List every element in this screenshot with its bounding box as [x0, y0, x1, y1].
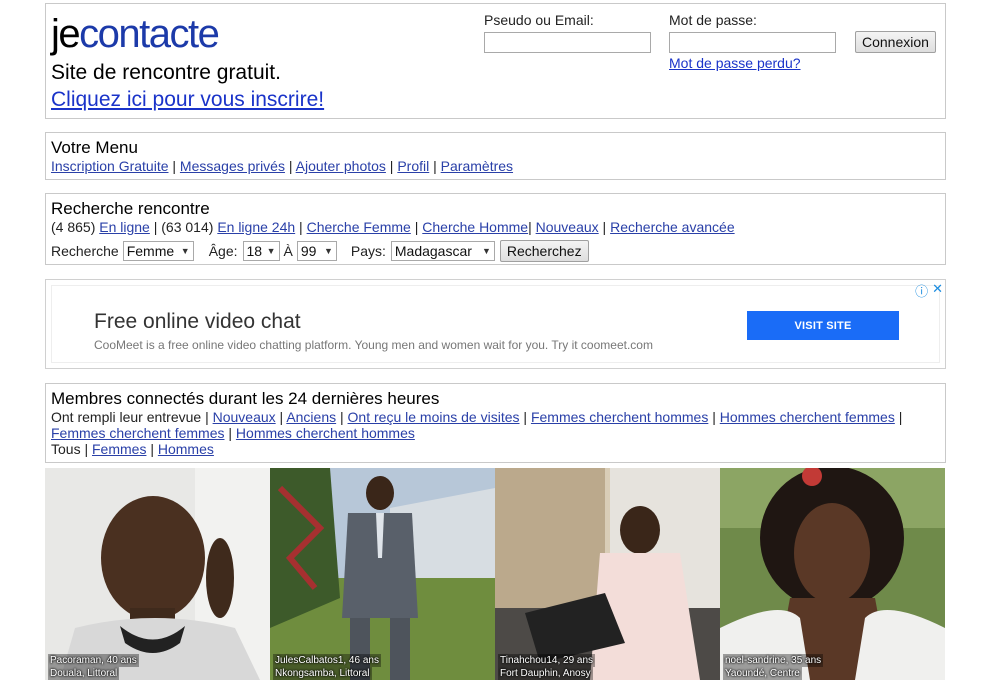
search-button[interactable]: Recherchez: [499, 240, 589, 262]
menu-item-parametres[interactable]: Paramètres: [441, 158, 513, 174]
filter-hommes-hommes[interactable]: Hommes cherchent hommes: [236, 425, 415, 441]
profile-caption: Tinahchou14, 29 ans Fort Dauphin, Anosy: [498, 654, 596, 680]
profile-caption: JulesCalbatos1, 46 ans Nkongsamba, Litto…: [273, 654, 381, 680]
online24-link[interactable]: En ligne 24h: [217, 219, 295, 235]
menu-item-inscription[interactable]: Inscription Gratuite: [51, 158, 169, 174]
menu-links: Inscription Gratuite | Messages privés |…: [51, 158, 514, 174]
profile-location: Yaoundé, Centre: [723, 667, 802, 680]
info-icon[interactable]: ⓘ: [915, 281, 928, 300]
age-to-label: À: [283, 243, 293, 259]
menu-title: Votre Menu: [51, 138, 138, 157]
online-count: (4 865): [51, 219, 96, 235]
age-label: Âge:: [208, 243, 238, 259]
profile-card[interactable]: Pacoraman, 40 ans Douala, Littoral: [45, 468, 270, 680]
ad-banner[interactable]: Free online video chat CooMeet is a free…: [45, 279, 946, 369]
header-box: jecontacte Site de rencontre gratuit. Cl…: [45, 3, 946, 119]
filter-anciens[interactable]: Anciens: [286, 409, 336, 425]
country-select-value: Madagascar: [394, 243, 472, 259]
members-filters-row1: Ont rempli leur entrevue | Nouveaux | An…: [51, 409, 903, 425]
logo-text-je: je: [51, 12, 81, 56]
chevron-down-icon: ▼: [481, 246, 491, 256]
tagline: Site de rencontre gratuit.: [51, 61, 281, 84]
age-max-select[interactable]: 99 ▼: [296, 241, 337, 261]
profile-caption: Pacoraman, 40 ans Douala, Littoral: [48, 654, 139, 680]
gender-all-label: Tous: [51, 441, 81, 457]
profile-caption: noel-sandrine, 35 ans Yaoundé, Centre: [723, 654, 824, 680]
ad-visit-button[interactable]: VISIT SITE: [747, 311, 899, 340]
search-cherche-homme[interactable]: Cherche Homme: [422, 219, 528, 235]
age-min-value: 18: [246, 243, 263, 259]
close-icon[interactable]: ✕: [932, 281, 943, 300]
members-box: Membres connectés durant les 24 dernière…: [45, 383, 946, 463]
menu-item-profil[interactable]: Profil: [397, 158, 429, 174]
password-input[interactable]: [669, 32, 836, 53]
gender-select-value: Femme: [126, 243, 175, 259]
profile-name: Tinahchou14, 29 ans: [498, 654, 596, 667]
members-gender-row: Tous | Femmes | Hommes: [51, 441, 214, 457]
ad-title: Free online video chat: [94, 310, 301, 333]
forgot-password-link[interactable]: Mot de passe perdu?: [669, 55, 801, 71]
login-button[interactable]: Connexion: [855, 31, 936, 53]
profile-card[interactable]: JulesCalbatos1, 46 ans Nkongsamba, Litto…: [270, 468, 495, 680]
site-logo[interactable]: jecontacte: [51, 12, 220, 56]
age-max-value: 99: [300, 243, 317, 259]
profile-card[interactable]: noel-sandrine, 35 ans Yaoundé, Centre: [720, 468, 945, 680]
gender-femmes-link[interactable]: Femmes: [92, 441, 146, 457]
country-select[interactable]: Madagascar ▼: [390, 241, 495, 261]
ad-description: CooMeet is a free online video chatting …: [94, 338, 653, 352]
chevron-down-icon: ▼: [266, 246, 276, 256]
profile-photo: [45, 468, 270, 680]
profile-photo: [270, 468, 495, 680]
gender-hommes-link[interactable]: Hommes: [158, 441, 214, 457]
profile-location: Fort Dauphin, Anosy: [498, 667, 593, 680]
filter-femmes-femmes[interactable]: Femmes cherchent femmes: [51, 425, 225, 441]
login-input[interactable]: [484, 32, 651, 53]
ad-content: Free online video chat CooMeet is a free…: [51, 285, 940, 363]
chevron-down-icon: ▼: [323, 246, 333, 256]
search-form: Recherche Femme ▼ Âge: 18 ▼ À 99 ▼ Pays: Ma…: [51, 240, 589, 262]
online-link[interactable]: En ligne: [99, 219, 150, 235]
country-label: Pays:: [350, 243, 386, 259]
recherche-label: Recherche: [51, 243, 119, 259]
filter-femmes-hommes[interactable]: Femmes cherchent hommes: [531, 409, 708, 425]
members-title: Membres connectés durant les 24 dernière…: [51, 389, 440, 408]
menu-item-photos[interactable]: Ajouter photos: [296, 158, 386, 174]
password-label: Mot de passe:: [669, 12, 757, 28]
profile-name: Pacoraman, 40 ans: [48, 654, 139, 667]
menu-item-messages[interactable]: Messages privés: [180, 158, 285, 174]
search-title: Recherche rencontre: [51, 199, 210, 218]
menu-box: Votre Menu Inscription Gratuite | Messag…: [45, 132, 946, 180]
login-label: Pseudo ou Email:: [484, 12, 594, 28]
online24-count: (63 014): [161, 219, 214, 235]
logo-text-contacte: contacte: [79, 12, 220, 56]
profile-card[interactable]: Tinahchou14, 29 ans Fort Dauphin, Anosy: [495, 468, 720, 680]
filter-hommes-femmes[interactable]: Hommes cherchent femmes: [720, 409, 895, 425]
profile-photo: [720, 468, 945, 680]
search-avancee[interactable]: Recherche avancée: [610, 219, 735, 235]
search-links: (4 865) En ligne | (63 014) En ligne 24h…: [51, 219, 735, 235]
signup-link[interactable]: Cliquez ici pour vous inscrire!: [51, 88, 324, 112]
search-box: Recherche rencontre (4 865) En ligne | (…: [45, 193, 946, 265]
members-filters-row2: Femmes cherchent femmes | Hommes cherche…: [51, 425, 415, 441]
search-nouveaux[interactable]: Nouveaux: [536, 219, 599, 235]
filter-nouveaux[interactable]: Nouveaux: [213, 409, 276, 425]
profile-location: Douala, Littoral: [48, 667, 120, 680]
filter-label: Ont rempli leur entrevue: [51, 409, 202, 425]
profile-name: JulesCalbatos1, 46 ans: [273, 654, 381, 667]
gender-select[interactable]: Femme ▼: [122, 241, 194, 261]
profile-photo: [495, 468, 720, 680]
filter-moins-visites[interactable]: Ont reçu le moins de visites: [348, 409, 520, 425]
search-cherche-femme[interactable]: Cherche Femme: [307, 219, 411, 235]
ad-controls: ⓘ ✕: [915, 281, 943, 300]
profile-name: noel-sandrine, 35 ans: [723, 654, 824, 667]
age-min-select[interactable]: 18 ▼: [242, 241, 280, 261]
chevron-down-icon: ▼: [180, 246, 190, 256]
profile-location: Nkongsamba, Littoral: [273, 667, 372, 680]
